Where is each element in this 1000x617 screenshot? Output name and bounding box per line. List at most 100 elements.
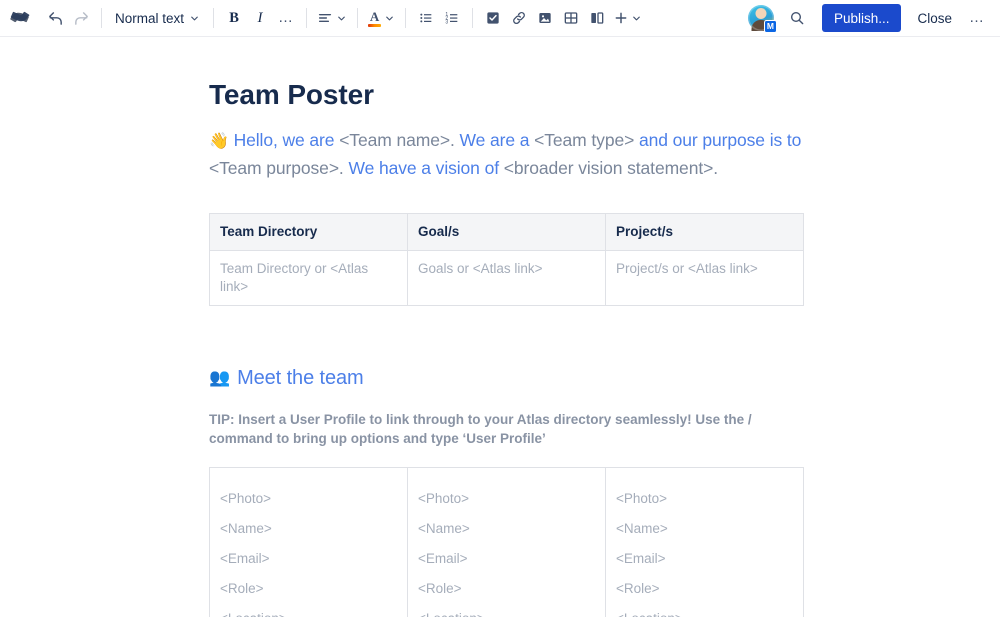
column-header-projects[interactable]: Project/s [605,213,804,251]
team-member-field-4: <Location> [616,610,794,617]
busts-in-silhouette-icon: 👥 [209,368,231,387]
waving-hand-icon: 👋 [209,133,229,150]
team-member-field-4: <Location> [418,610,596,617]
document-content: Team Poster 👋 Hello, we are <Team name>.… [206,37,806,617]
ellipsis-icon: … [969,9,985,26]
more-actions-button[interactable]: … [964,5,990,31]
intro-segment-6: We have a vision of [348,158,504,178]
editor-toolbar: Normal text B I … A 1 2 3 M Publish... C… [0,0,1000,37]
toolbar-divider [472,8,474,28]
team-member-fields: <Photo><Name><Email><Role><Location><Lin… [220,477,398,617]
text-style-label: Normal text [115,10,185,26]
intro-segment-3: <Team type> [534,130,639,150]
redo-button[interactable] [68,5,94,31]
team-member-field-0: <Photo> [616,491,668,506]
more-formatting-button[interactable]: … [273,5,299,31]
table-icon [564,12,578,24]
section-heading-label: Meet the team [237,367,364,389]
bold-button[interactable]: B [221,5,247,31]
text-align-dropdown[interactable] [314,5,350,31]
column-header-team-directory[interactable]: Team Directory [209,213,408,251]
toolbar-divider [306,8,308,28]
toolbar-divider [101,8,102,28]
bulleted-list-icon [420,13,432,23]
numbered-list-icon: 1 2 3 [445,12,458,25]
team-member-fields: <Photo><Name><Email><Role><Location><Lin… [616,477,794,617]
intro-segment-1: <Team name>. [339,130,460,150]
team-member-field-3: <Role> [616,581,660,596]
team-member-field-2: <Email> [220,551,270,566]
avatar-badge: M [763,20,777,33]
team-member-cell[interactable]: <Photo><Name><Email><Role><Location><Lin… [407,467,606,617]
chevron-down-icon [386,16,393,20]
italic-button[interactable]: I [247,5,273,31]
action-item-button[interactable] [480,5,506,31]
editor-canvas[interactable]: Team Poster 👋 Hello, we are <Team name>.… [0,37,1000,617]
image-icon [539,13,551,23]
page-title[interactable]: Team Poster [209,79,806,111]
team-member-fields: <Photo><Name><Email><Role><Location><Lin… [418,477,596,617]
link-button[interactable] [506,5,532,31]
team-member-cell[interactable]: <Photo><Name><Email><Role><Location><Lin… [605,467,804,617]
table-header-row: Team Directory Goal/s Project/s [209,213,804,251]
toolbar-left-group: Normal text B I … A 1 2 3 [6,3,748,33]
team-member-field-2: <Email> [418,551,468,566]
svg-text:3: 3 [445,19,448,25]
team-member-field-0: <Photo> [220,491,272,506]
tip-text[interactable]: TIP: Insert a User Profile to link throu… [209,410,789,448]
toolbar-right-group: M Publish... Close … [747,4,990,33]
team-member-field-1: <Name> [220,521,272,536]
team-member-field-3: <Role> [220,581,264,596]
team-member-cell[interactable]: <Photo><Name><Email><Role><Location><Lin… [209,467,408,617]
search-button[interactable] [784,5,810,31]
chevron-down-icon [338,16,345,20]
section-heading-meet-the-team[interactable]: 👥 Meet the team [209,366,806,390]
text-style-dropdown[interactable]: Normal text [109,5,206,31]
image-button[interactable] [532,5,558,31]
team-members-table[interactable]: <Photo><Name><Email><Role><Location><Lin… [209,467,804,617]
cell-team-directory[interactable]: Team Directory or <Atlas link> [209,250,408,306]
undo-button[interactable] [42,5,68,31]
team-member-field-1: <Name> [418,521,470,536]
bold-icon: B [229,9,239,26]
intro-paragraph[interactable]: 👋 Hello, we are <Team name>. We are a <T… [209,127,806,181]
table-row: Team Directory or <Atlas link> Goals or … [209,250,804,306]
column-header-goals[interactable]: Goal/s [407,213,606,251]
intro-segment-5: <Team purpose>. [209,158,349,178]
table-row: <Photo><Name><Email><Role><Location><Lin… [209,467,804,617]
layout-button[interactable] [584,5,610,31]
intro-segment-2: We are a [459,130,535,150]
publish-button[interactable]: Publish... [821,4,902,32]
team-member-field-1: <Name> [616,521,668,536]
links-table[interactable]: Team Directory Goal/s Project/s Team Dir… [209,213,804,306]
link-icon [513,11,525,25]
text-color-dropdown[interactable]: A [365,5,398,31]
team-member-field-4: <Location> [220,610,398,617]
toolbar-divider [405,8,407,28]
user-avatar[interactable]: M [747,5,777,33]
text-color-icon: A [368,10,382,27]
text-align-left-icon [318,13,332,23]
intro-segment-0: Hello, we are [233,130,340,150]
numbered-list-button[interactable]: 1 2 3 [439,5,465,31]
intro-segment-7: <broader vision statement>. [503,158,718,178]
ellipsis-icon: … [278,9,295,26]
intro-segment-4: and our purpose is to [638,130,802,150]
team-member-field-2: <Email> [616,551,666,566]
confluence-logo-icon[interactable] [6,3,36,33]
team-member-field-0: <Photo> [418,491,470,506]
checkbox-icon [487,12,499,24]
layout-columns-icon [591,12,604,24]
team-member-field-3: <Role> [418,581,462,596]
cell-goals[interactable]: Goals or <Atlas link> [407,250,606,306]
chevron-down-icon [633,16,640,20]
bulleted-list-button[interactable] [413,5,439,31]
toolbar-divider [213,8,215,28]
italic-icon: I [257,9,263,26]
close-button[interactable]: Close [907,4,962,32]
cell-projects[interactable]: Project/s or <Atlas link> [605,250,804,306]
search-icon [790,11,804,25]
table-button[interactable] [558,5,584,31]
toolbar-divider [357,8,359,28]
insert-more-dropdown[interactable] [610,5,645,31]
